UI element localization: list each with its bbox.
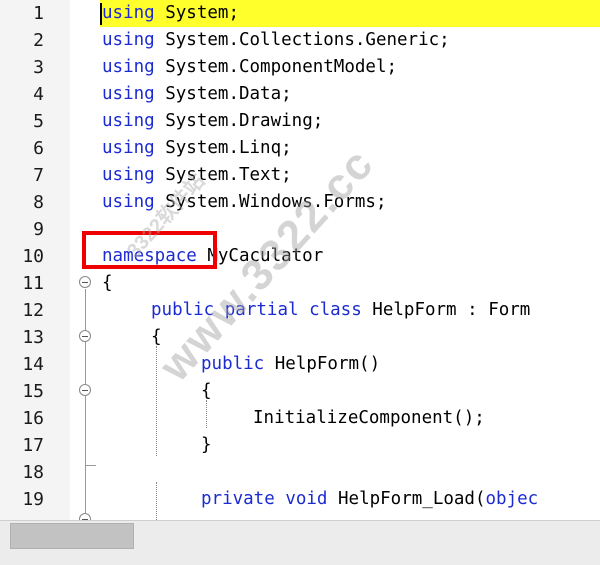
code-line-7[interactable]: 7 using System.Text;	[0, 162, 600, 189]
code-text: InitializeComponent();	[253, 408, 485, 428]
keyword-using: using	[102, 138, 155, 158]
keyword-using: using	[102, 3, 155, 23]
code-text: private void HelpForm_Load(objec	[201, 486, 538, 513]
indent-guide	[206, 400, 207, 428]
code-text: using System.Linq;	[102, 135, 292, 162]
line-number: 16	[22, 408, 44, 429]
code-line-17[interactable]: 17 }	[0, 432, 600, 459]
line-number: 8	[33, 192, 44, 213]
code-text: using System.Collections.Generic;	[102, 27, 450, 54]
line-number: 12	[22, 300, 44, 321]
code-rest: System.Text;	[154, 165, 292, 185]
collapse-class-icon[interactable]	[79, 330, 91, 342]
code-line-5[interactable]: 5 using System.Drawing;	[0, 108, 600, 135]
line-number: 10	[22, 246, 44, 267]
keyword-using: using	[102, 165, 155, 185]
code-rest: System.Linq;	[154, 138, 292, 158]
code-rest: System.ComponentModel;	[154, 57, 398, 77]
code-rest: System.Data;	[154, 84, 292, 104]
code-text: using System.Windows.Forms;	[102, 189, 386, 216]
code-line-1[interactable]: 1 using System;	[0, 0, 600, 27]
code-line-18[interactable]: 18	[0, 459, 600, 486]
line-number: 19	[22, 489, 44, 510]
scrollbar-thumb[interactable]	[10, 523, 134, 549]
line-number: 13	[22, 327, 44, 348]
keyword-using: using	[102, 111, 155, 131]
line-number: 9	[33, 219, 44, 240]
indent-guide	[156, 482, 157, 520]
text-caret	[100, 3, 102, 25]
code-line-9[interactable]: 9	[0, 216, 600, 243]
line-number: 11	[22, 273, 44, 294]
keyword-using: using	[102, 84, 155, 104]
line-number: 1	[33, 3, 44, 24]
fold-end-tick	[86, 465, 96, 466]
code-rest: System.Windows.Forms;	[154, 192, 387, 212]
line-number: 7	[33, 165, 44, 186]
code-line-2[interactable]: 2 using System.Collections.Generic;	[0, 27, 600, 54]
code-rest: MyCaculator	[196, 246, 324, 266]
keyword-private: private	[201, 489, 275, 509]
collapse-namespace-icon[interactable]	[79, 276, 91, 288]
keyword-void: void	[285, 489, 328, 509]
code-text: using System.Data;	[102, 81, 292, 108]
keyword-object: objec	[485, 489, 539, 509]
keyword-public: public	[151, 300, 215, 320]
line-number: 6	[33, 138, 44, 159]
line-number: 14	[22, 354, 44, 375]
code-editor[interactable]: 1 using System; 2 using System.Collectio…	[0, 0, 600, 520]
collapse-method-icon[interactable]	[79, 384, 91, 396]
keyword-partial: partial	[224, 300, 299, 320]
code-text: using System.Text;	[102, 162, 292, 189]
line-number: 5	[33, 111, 44, 132]
code-rest: System.Drawing;	[154, 111, 324, 131]
code-text: public partial class HelpForm : Form	[151, 297, 530, 324]
code-rest: System.Collections.Generic;	[154, 30, 450, 50]
code-text: using System.ComponentModel;	[102, 54, 397, 81]
keyword-namespace: namespace	[102, 246, 197, 266]
code-line-6[interactable]: 6 using System.Linq;	[0, 135, 600, 162]
line-number: 3	[33, 57, 44, 78]
line-number: 18	[22, 462, 44, 483]
keyword-using: using	[102, 192, 155, 212]
keyword-using: using	[102, 57, 155, 77]
code-text: }	[201, 435, 212, 455]
code-rest: HelpForm()	[264, 354, 381, 374]
code-text: namespace MyCaculator	[102, 243, 323, 270]
line-number: 2	[33, 30, 44, 51]
code-line-14[interactable]: 14 public HelpForm()	[0, 351, 600, 378]
horizontal-scrollbar[interactable]	[0, 520, 600, 565]
code-line-19[interactable]: 19 private void HelpForm_Load(objec	[0, 486, 600, 513]
code-text: using System;	[102, 0, 239, 27]
keyword-class: class	[309, 300, 362, 320]
code-line-8[interactable]: 8 using System.Windows.Forms;	[0, 189, 600, 216]
collapse-method-icon[interactable]	[79, 513, 91, 520]
code-line-10[interactable]: 10 namespace MyCaculator	[0, 243, 600, 270]
keyword-public: public	[201, 354, 265, 374]
code-rest: HelpForm_Load(	[327, 489, 486, 509]
code-text: using System.Drawing;	[102, 108, 323, 135]
code-rest: System;	[154, 3, 239, 23]
code-line-3[interactable]: 3 using System.ComponentModel;	[0, 54, 600, 81]
line-number: 4	[33, 84, 44, 105]
keyword-using: using	[102, 30, 155, 50]
code-line-12[interactable]: 12 public partial class HelpForm : Form	[0, 297, 600, 324]
code-text: {	[102, 273, 113, 293]
code-line-16[interactable]: 16 InitializeComponent();	[0, 405, 600, 432]
code-rest: HelpForm : Form	[361, 300, 531, 320]
line-number: 17	[22, 435, 44, 456]
fold-line	[85, 289, 86, 520]
indent-guide	[156, 346, 157, 456]
code-text: public HelpForm()	[201, 351, 380, 378]
code-line-4[interactable]: 4 using System.Data;	[0, 81, 600, 108]
line-number: 15	[22, 381, 44, 402]
